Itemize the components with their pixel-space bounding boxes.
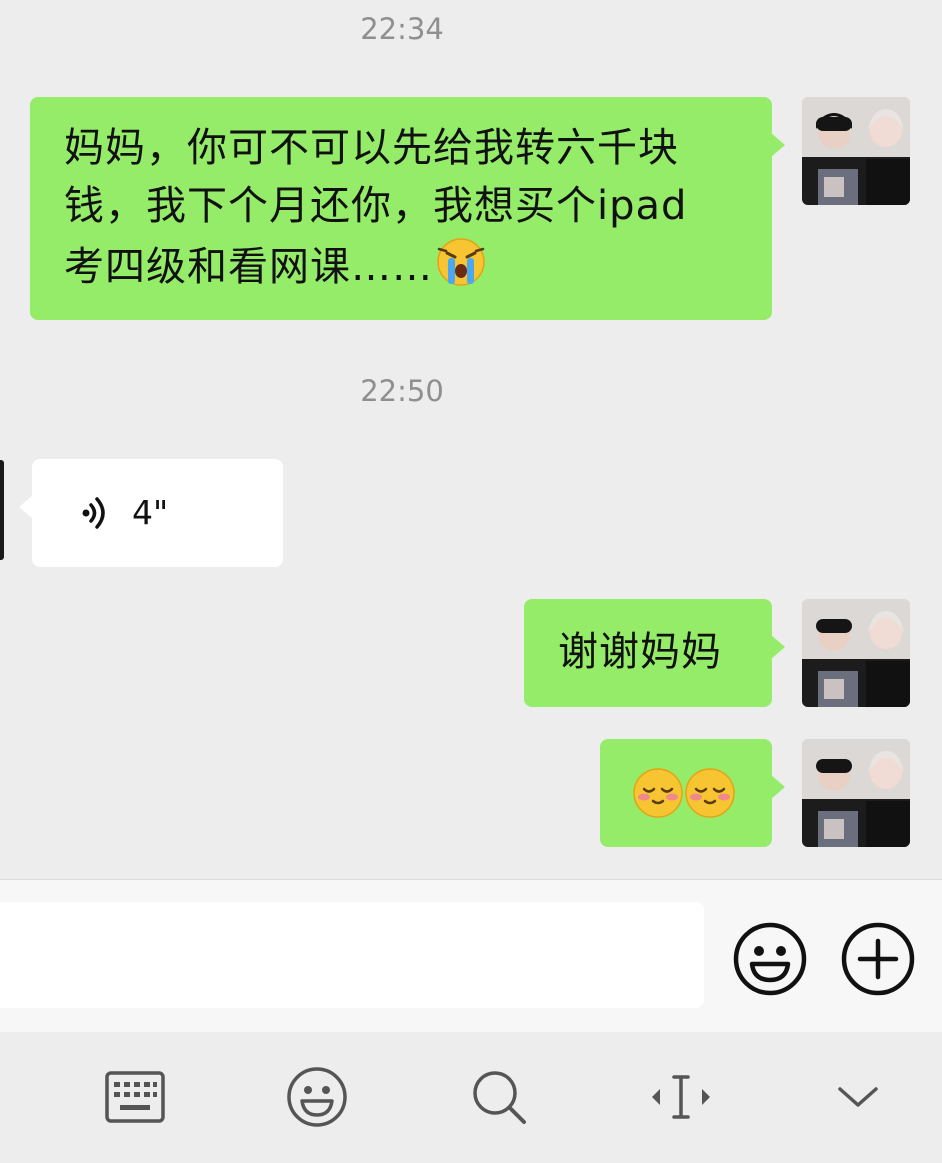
collapse-chevron-icon (836, 1083, 880, 1115)
more-button[interactable] (841, 922, 915, 996)
emoji-icon (286, 1066, 348, 1132)
message-text-line: 妈妈，你可不可以先给我转六千块 (64, 125, 679, 171)
plus-circle-icon (841, 922, 915, 1000)
sent-emoji-bubble[interactable] (600, 739, 785, 847)
voice-wave-icon (80, 493, 112, 537)
cursor-move-icon (648, 1071, 714, 1127)
emoji-button[interactable] (733, 922, 807, 996)
blushing-smile-emoji-icon (632, 767, 684, 823)
timestamp: 22:50 (360, 374, 444, 408)
voice-duration: 4" (132, 493, 169, 532)
avatar[interactable] (802, 97, 910, 205)
avatar[interactable] (802, 599, 910, 707)
timestamp: 22:34 (360, 12, 444, 46)
message-text-line: 考四级和看网课…… (64, 235, 742, 303)
keyboard-button[interactable] (102, 1066, 168, 1132)
blushing-smile-emoji-icon (684, 767, 736, 823)
message-text: 谢谢妈妈 (558, 629, 722, 675)
kb-cursor-button[interactable] (648, 1066, 714, 1132)
keyboard-icon (105, 1071, 165, 1127)
sent-message-bubble[interactable]: 妈妈，你可不可以先给我转六千块 钱，我下个月还你，我想买个ipad 考四级和看网… (30, 97, 785, 320)
crying-emoji-icon (435, 235, 487, 303)
kb-emoji-button[interactable] (284, 1066, 350, 1132)
message-text-line: 钱，我下个月还你，我想买个ipad (64, 183, 688, 229)
kb-search-button[interactable] (466, 1066, 532, 1132)
search-icon (470, 1068, 528, 1130)
smiley-icon (733, 922, 807, 1000)
avatar[interactable] (802, 739, 910, 847)
sent-message-bubble[interactable]: 谢谢妈妈 (524, 599, 785, 707)
voice-message-bubble[interactable]: 4" (19, 459, 283, 567)
kb-collapse-button[interactable] (825, 1066, 891, 1132)
contact-avatar-edge[interactable] (0, 460, 4, 560)
message-input[interactable] (0, 902, 704, 1008)
